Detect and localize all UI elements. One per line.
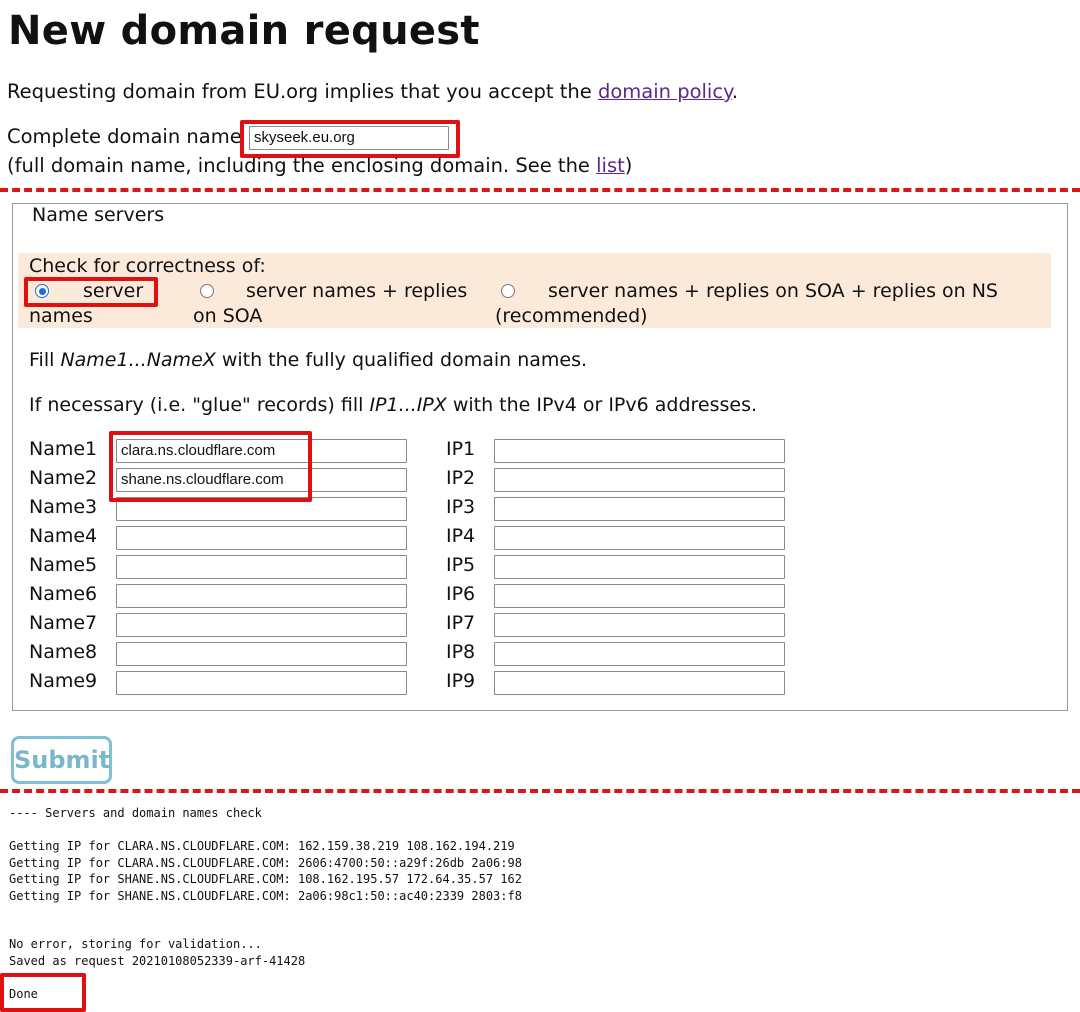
ip-label: IP8 <box>446 641 476 663</box>
ip-input[interactable] <box>494 497 785 521</box>
domain-policy-link[interactable]: domain policy <box>598 80 732 103</box>
annotation-divider-bottom <box>0 789 1080 793</box>
policy-text: Requesting domain from EU.org implies th… <box>7 80 598 103</box>
domain-hint-end: ) <box>624 154 633 177</box>
ip-label: IP1 <box>446 438 476 460</box>
name-label: Name1 <box>29 438 98 460</box>
name-label: Name7 <box>29 612 98 634</box>
ip-label: IP6 <box>446 583 476 605</box>
ip-label: IP4 <box>446 525 476 547</box>
glue-text-b: with the IPv4 or IPv6 addresses. <box>446 394 758 416</box>
ip-label: IP2 <box>446 467 476 489</box>
option-soa-line2: on SOA <box>193 305 263 327</box>
output-ip-line: Getting IP for SHANE.NS.CLOUDFLARE.COM: … <box>9 888 522 903</box>
output-ip-line: Getting IP for CLARA.NS.CLOUDFLARE.COM: … <box>9 839 515 853</box>
ip-input[interactable] <box>494 468 785 492</box>
output-ip-line: Getting IP for CLARA.NS.CLOUDFLARE.COM: … <box>9 855 522 870</box>
ip-input[interactable] <box>494 584 785 608</box>
name-label: Name6 <box>29 583 98 605</box>
name-label: Name4 <box>29 525 98 547</box>
domain-name-label: Complete domain name <box>7 125 242 148</box>
fill-text-em: Name1...NameX <box>60 349 216 371</box>
check-label: Check for correctness of: <box>29 255 266 277</box>
radio-soa-ns[interactable] <box>501 284 515 298</box>
name-label: Name9 <box>29 670 98 692</box>
output-status-line: Saved as request 20210108052339-arf-4142… <box>9 954 306 968</box>
annotation-box-done <box>0 973 86 1012</box>
name-input[interactable] <box>116 671 407 695</box>
ip-input[interactable] <box>494 526 785 550</box>
annotation-box-radio <box>24 277 158 307</box>
output-ip-line: Getting IP for SHANE.NS.CLOUDFLARE.COM: … <box>9 872 522 886</box>
domain-hint: (full domain name, including the enclosi… <box>7 154 632 177</box>
ip-label: IP7 <box>446 612 476 634</box>
glue-text-a: If necessary (i.e. "glue" records) fill <box>29 394 370 416</box>
ip-input[interactable] <box>494 613 785 637</box>
nameservers-legend: Name servers <box>30 204 167 226</box>
annotation-divider-top <box>0 188 1080 192</box>
ip-label: IP5 <box>446 554 476 576</box>
radio-soa[interactable] <box>200 284 214 298</box>
name-label: Name5 <box>29 554 98 576</box>
policy-notice: Requesting domain from EU.org implies th… <box>7 80 738 103</box>
annotation-box-domain <box>240 120 460 158</box>
glue-instruction: If necessary (i.e. "glue" records) fill … <box>29 394 757 416</box>
name-label: Name3 <box>29 496 98 518</box>
option-soa-ns-line2: (recommended) <box>495 305 648 327</box>
ip-input[interactable] <box>494 671 785 695</box>
name-label: Name8 <box>29 641 98 663</box>
name-input[interactable] <box>116 555 407 579</box>
ip-input[interactable] <box>494 642 785 666</box>
domain-hint-text: (full domain name, including the enclosi… <box>7 154 597 177</box>
option-soa-line1: server names + replies <box>246 280 468 302</box>
fill-instruction: Fill Name1...NameX with the fully qualif… <box>29 349 587 371</box>
name-input[interactable] <box>116 526 407 550</box>
name-input[interactable] <box>116 642 407 666</box>
name-input[interactable] <box>116 613 407 637</box>
ip-input[interactable] <box>494 439 785 463</box>
page-title: New domain request <box>8 8 480 54</box>
fill-text-a: Fill <box>29 349 61 371</box>
ip-input[interactable] <box>494 555 785 579</box>
fill-text-b: with the fully qualified domain names. <box>215 349 588 371</box>
annotation-box-names <box>109 431 312 502</box>
output-status-line: No error, storing for validation... <box>9 937 262 951</box>
output-header: ---- Servers and domain names check <box>9 806 262 820</box>
ip-label: IP3 <box>446 496 476 518</box>
name-label: Name2 <box>29 467 98 489</box>
ip-label: IP9 <box>446 670 476 692</box>
domain-list-link[interactable]: list <box>596 154 625 177</box>
glue-text-em: IP1...IPX <box>369 394 447 416</box>
option-soa-ns-line1: server names + replies on SOA + replies … <box>548 280 998 302</box>
policy-end: . <box>731 80 739 103</box>
submit-button[interactable]: Submit <box>11 736 112 784</box>
output-ip-block: Getting IP for CLARA.NS.CLOUDFLARE.COM: … <box>0 838 556 908</box>
name-input[interactable] <box>116 584 407 608</box>
option-server-line2: names <box>29 305 93 327</box>
